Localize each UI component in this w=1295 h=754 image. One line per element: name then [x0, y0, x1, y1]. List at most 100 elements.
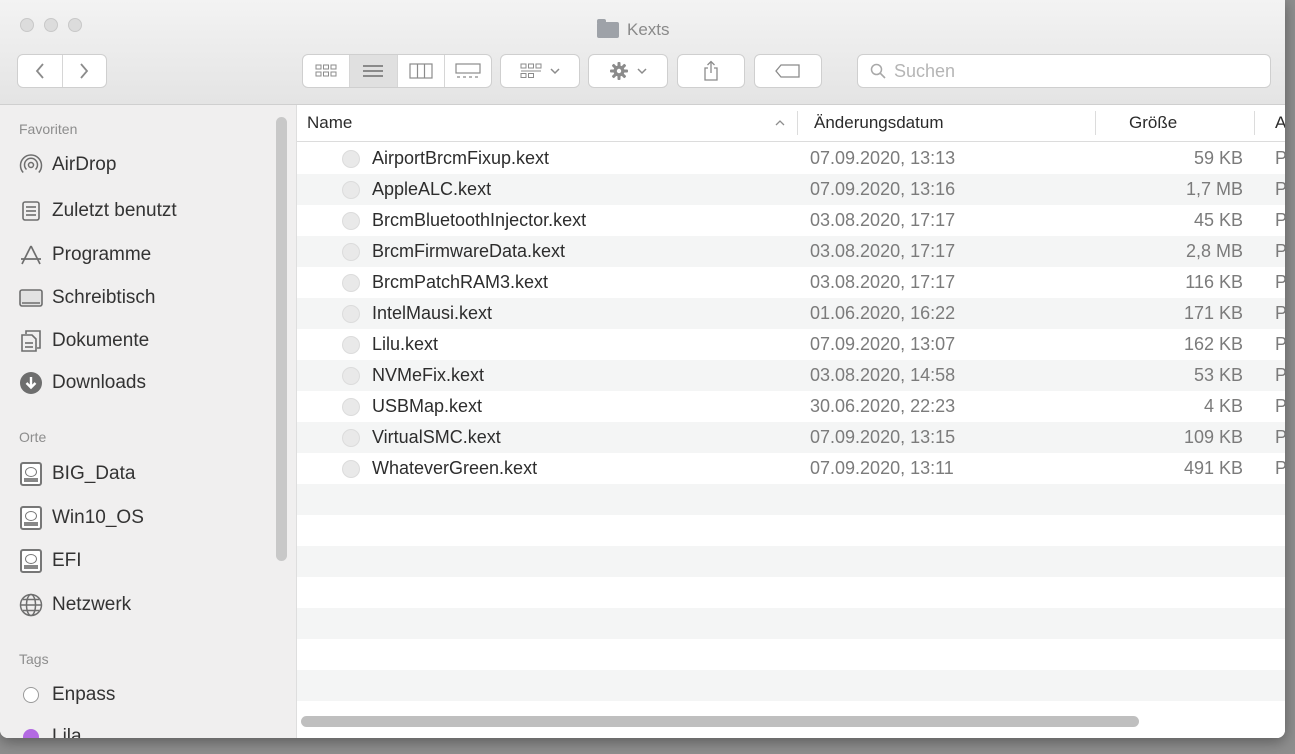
back-forward-control: [17, 54, 107, 88]
view-columns-button[interactable]: [398, 55, 445, 87]
column-header-date[interactable]: Änderungsdatum: [814, 105, 1094, 141]
sidebar-item-airdrop[interactable]: AirDrop: [18, 149, 116, 181]
sidebar-item-documents[interactable]: Dokumente: [18, 325, 149, 357]
kext-file-icon: [342, 459, 360, 478]
sidebar-item-big-data[interactable]: BIG_Data: [18, 458, 135, 490]
sidebar-item-label: Downloads: [52, 372, 146, 393]
column-header-label: A: [1275, 113, 1285, 132]
file-name-cell: IntelMausi.kext: [342, 298, 492, 329]
sidebar-item-applications[interactable]: Programme: [18, 239, 151, 271]
column-divider[interactable]: [1095, 111, 1096, 135]
file-name: NVMeFix.kext: [372, 365, 485, 385]
table-row[interactable]: NVMeFix.kext 03.08.2020, 14:58 53 KB P: [297, 360, 1285, 391]
file-size: 45 KB: [1193, 210, 1243, 230]
column-divider[interactable]: [1254, 111, 1255, 135]
table-row[interactable]: VirtualSMC.kext 07.09.2020, 13:15 109 KB P: [297, 422, 1285, 453]
sidebar-item-desktop[interactable]: Schreibtisch: [18, 282, 156, 314]
file-name-cell: AppleALC.kext: [342, 174, 491, 205]
sidebar-item-win10-os[interactable]: Win10_OS: [18, 502, 144, 534]
gear-icon: [610, 62, 628, 80]
file-date: 03.08.2020, 17:17: [810, 272, 956, 292]
view-icons-button[interactable]: [303, 55, 351, 87]
file-date: 07.09.2020, 13:16: [810, 179, 956, 199]
sidebar-item-label: Programme: [52, 244, 152, 265]
list-header: Name Änderungsdatum Größe A: [297, 105, 1285, 142]
table-row[interactable]: BrcmFirmwareData.kext 03.08.2020, 17:17 2,…: [297, 236, 1285, 267]
view-gallery-button[interactable]: [445, 55, 491, 87]
action-menu-button[interactable]: [588, 54, 668, 88]
sidebar-item-downloads[interactable]: Downloads: [18, 367, 146, 399]
file-date: 07.09.2020, 13:15: [810, 427, 956, 447]
back-button[interactable]: [18, 55, 63, 87]
file-kind: P: [1275, 148, 1285, 168]
column-view-icon: [409, 63, 433, 79]
sidebar-item-label: Enpass: [52, 684, 116, 705]
table-row[interactable]: BrcmPatchRAM3.kext 03.08.2020, 17:17 116 K…: [297, 267, 1285, 298]
table-row[interactable]: AirportBrcmFixup.kext 07.09.2020, 13:13 59…: [297, 143, 1285, 174]
file-name-cell: VirtualSMC.kext: [342, 422, 501, 453]
table-row[interactable]: Lilu.kext 07.09.2020, 13:07 162 KB P: [297, 329, 1285, 360]
share-button[interactable]: [677, 54, 745, 88]
disk-icon: [20, 549, 42, 573]
sidebar-item-tag-enpass[interactable]: Enpass: [18, 679, 115, 711]
column-header-size[interactable]: Größe: [1129, 105, 1249, 141]
sidebar-item-label: Lila: [52, 726, 82, 738]
file-date: 30.06.2020, 22:23: [810, 396, 956, 416]
file-name-cell: Lilu.kext: [342, 329, 438, 360]
sidebar-item-label: AirDrop: [52, 154, 117, 175]
sidebar-item-label: Dokumente: [52, 330, 150, 351]
file-kind: P: [1275, 210, 1285, 230]
table-row[interactable]: WhateverGreen.kext 07.09.2020, 13:11 491 K…: [297, 453, 1285, 484]
share-icon: [704, 60, 718, 81]
close-window-button[interactable]: [20, 18, 34, 32]
file-kind: P: [1275, 396, 1285, 416]
sidebar-item-tag-lila[interactable]: Lila: [18, 721, 82, 738]
chevron-down-icon: [550, 68, 560, 75]
sidebar-scrollbar[interactable]: [276, 117, 287, 561]
file-size: 109 KB: [1183, 427, 1243, 447]
gallery-view-icon: [455, 63, 481, 78]
kext-file-icon: [342, 304, 360, 323]
file-date: 03.08.2020, 14:58: [810, 365, 956, 385]
file-name-cell: BrcmPatchRAM3.kext: [342, 267, 548, 298]
file-name: USBMap.kext: [372, 396, 483, 416]
sort-ascending-icon: [775, 120, 785, 126]
table-row[interactable]: IntelMausi.kext 01.06.2020, 16:22 171 KB P: [297, 298, 1285, 329]
empty-row: [297, 577, 1285, 608]
column-divider[interactable]: [797, 111, 798, 135]
empty-row: [297, 484, 1285, 515]
column-header-kind[interactable]: A: [1275, 105, 1285, 141]
file-kind: P: [1275, 458, 1285, 478]
horizontal-scrollbar[interactable]: [301, 716, 1139, 727]
table-row[interactable]: AppleALC.kext 07.09.2020, 13:16 1,7 MB P: [297, 174, 1285, 205]
file-kind: P: [1275, 303, 1285, 323]
forward-button[interactable]: [63, 55, 107, 87]
zoom-window-button[interactable]: [68, 18, 82, 32]
file-name: Lilu.kext: [372, 334, 439, 354]
group-by-button[interactable]: [500, 54, 580, 88]
column-header-label: Änderungsdatum: [814, 113, 944, 132]
sidebar-item-recents[interactable]: Zuletzt benutzt: [18, 195, 177, 227]
kext-file-icon: [342, 242, 360, 261]
disk-icon: [20, 462, 42, 486]
file-name-cell: WhateverGreen.kext: [342, 453, 537, 484]
minimize-window-button[interactable]: [44, 18, 58, 32]
view-list-button[interactable]: [350, 55, 398, 87]
column-header-name[interactable]: Name: [307, 105, 791, 141]
file-name: BrcmBluetoothInjector.kext: [372, 210, 587, 230]
sidebar-heading-favorites: Favoriten: [19, 121, 78, 137]
file-name: WhateverGreen.kext: [372, 458, 538, 478]
file-size: 4 KB: [1203, 396, 1243, 416]
sidebar-item-network[interactable]: Netzwerk: [18, 589, 131, 621]
file-size: 491 KB: [1183, 458, 1243, 478]
file-name: AppleALC.kext: [372, 179, 492, 199]
search-field[interactable]: Suchen: [857, 54, 1271, 88]
tags-button[interactable]: [754, 54, 822, 88]
table-row[interactable]: BrcmBluetoothInjector.kext 03.08.2020, 17…: [297, 205, 1285, 236]
table-row[interactable]: USBMap.kext 30.06.2020, 22:23 4 KB P: [297, 391, 1285, 422]
kext-file-icon: [342, 397, 360, 416]
sidebar-item-efi[interactable]: EFI: [18, 545, 82, 577]
sidebar-item-label: Zuletzt benutzt: [52, 200, 177, 221]
recents-icon: [18, 198, 44, 224]
tag-icon: [23, 687, 39, 703]
